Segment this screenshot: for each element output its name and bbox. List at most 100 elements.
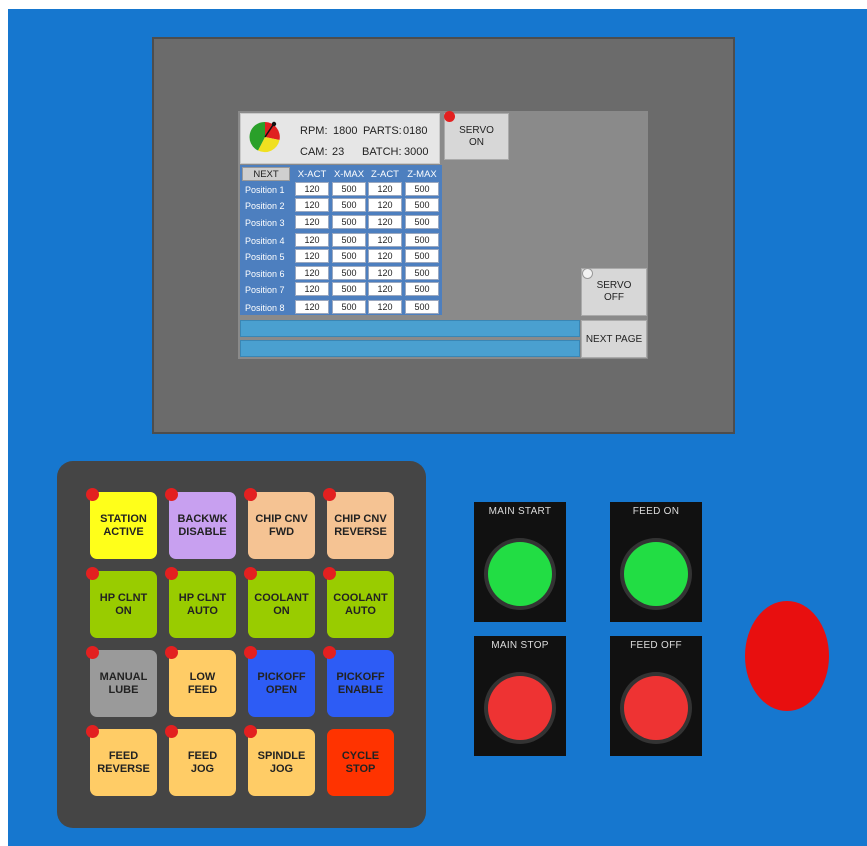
indicator-led [86, 646, 99, 659]
pushbutton[interactable] [488, 676, 552, 740]
table-cell[interactable]: 500 [332, 266, 366, 280]
row-label: Position 1 [245, 185, 285, 195]
servo-on-indicator [444, 111, 455, 122]
keypad-button[interactable]: CHIP CNV FWD [244, 488, 315, 559]
keypad-button[interactable]: COOLANT AUTO [323, 567, 394, 638]
table-cell[interactable]: 500 [405, 233, 439, 247]
table-cell[interactable]: 120 [368, 198, 402, 212]
indicator-led [244, 725, 257, 738]
pushbutton[interactable] [488, 542, 552, 606]
indicator-led [165, 646, 178, 659]
table-cell[interactable]: 120 [368, 233, 402, 247]
table-cell[interactable]: 120 [368, 282, 402, 296]
keypad-button[interactable]: HP CLNT ON [86, 567, 157, 638]
table-cell[interactable]: 500 [332, 249, 366, 263]
keypad-label: JOG [190, 762, 215, 775]
table-cell[interactable]: 120 [368, 266, 402, 280]
cam-value: 23 [332, 146, 345, 158]
table-cell[interactable]: 120 [295, 182, 329, 196]
keypad-button[interactable]: SPINDLE JOG [244, 725, 315, 796]
table-cell[interactable]: 500 [332, 215, 366, 229]
servo-off-indicator [582, 268, 593, 279]
keypad-label: BACKWK [177, 512, 228, 525]
pushbutton-housing: FEED OFF [610, 636, 702, 756]
table-cell[interactable]: 120 [295, 198, 329, 212]
table-cell[interactable]: 500 [332, 182, 366, 196]
row-label: Position 3 [245, 218, 285, 228]
keypad-button[interactable]: CYCLE STOP [327, 729, 394, 796]
pushbutton-label: MAIN START [488, 506, 552, 517]
column-header: X-ACT [297, 169, 327, 180]
pushbutton-label: MAIN STOP [491, 640, 549, 651]
keypad-label: SPINDLE [257, 749, 306, 762]
column-header: X-MAX [333, 169, 365, 180]
keypad-button[interactable]: FEED JOG [165, 725, 236, 796]
row-label: Position 5 [245, 252, 285, 262]
keypad-label: REVERSE [334, 525, 387, 538]
table-cell[interactable]: 120 [368, 215, 402, 229]
keypad-button[interactable]: BACKWK DISABLE [165, 488, 236, 559]
emergency-stop-button[interactable] [745, 601, 829, 711]
table-cell[interactable]: 500 [332, 233, 366, 247]
keypad-label: COOLANT [254, 591, 309, 604]
keypad-label: CHIP CNV [334, 512, 387, 525]
table-cell[interactable]: 120 [368, 300, 402, 314]
row-label: Position 6 [245, 269, 285, 279]
indicator-led [323, 646, 336, 659]
table-cell[interactable]: 500 [405, 249, 439, 263]
table-cell[interactable]: 500 [405, 182, 439, 196]
keypad-label: FEED [108, 749, 139, 762]
table-cell[interactable]: 120 [295, 282, 329, 296]
pushbutton[interactable] [624, 542, 688, 606]
keypad-button[interactable]: FEED REVERSE [86, 725, 157, 796]
keypad-button[interactable]: LOW FEED [165, 646, 236, 717]
keypad-button[interactable]: CHIP CNV REVERSE [323, 488, 394, 559]
column-header: Z-MAX [407, 169, 437, 180]
table-cell[interactable]: 120 [295, 215, 329, 229]
table-cell[interactable]: 500 [405, 266, 439, 280]
table-cell[interactable]: 500 [405, 198, 439, 212]
pushbutton-housing: FEED ON [610, 502, 702, 622]
table-cell[interactable]: 500 [332, 282, 366, 296]
pushbutton-label: FEED ON [632, 506, 680, 517]
indicator-led [165, 725, 178, 738]
keypad-button[interactable]: STATION ACTIVE [86, 488, 157, 559]
servo-on-line1: SERVO [459, 124, 494, 136]
next-page-button[interactable]: NEXT PAGE [581, 320, 647, 358]
keypad-label: FEED [187, 749, 218, 762]
keypad-label: MANUAL [99, 670, 148, 683]
table-cell[interactable]: 500 [405, 215, 439, 229]
next-button[interactable]: NEXT [242, 167, 290, 181]
table-cell[interactable]: 500 [405, 300, 439, 314]
table-cell[interactable]: 500 [405, 282, 439, 296]
servo-on-button[interactable]: SERVO ON [444, 113, 509, 160]
pushbutton-housing: MAIN START [474, 502, 566, 622]
keypad-button[interactable]: PICKOFF OPEN [244, 646, 315, 717]
keypad-label: CHIP CNV [255, 512, 308, 525]
table-cell[interactable]: 120 [295, 249, 329, 263]
keypad-button[interactable]: PICKOFF ENABLE [323, 646, 394, 717]
table-cell[interactable]: 120 [368, 249, 402, 263]
table-cell[interactable]: 120 [368, 182, 402, 196]
row-label: Position 2 [245, 201, 285, 211]
table-cell[interactable]: 500 [332, 300, 366, 314]
indicator-led [244, 567, 257, 580]
indicator-led [86, 567, 99, 580]
indicator-led [323, 567, 336, 580]
keypad-button[interactable]: COOLANT ON [244, 567, 315, 638]
keypad-label: ENABLE [337, 683, 384, 696]
pushbutton[interactable] [624, 676, 688, 740]
indicator-led [165, 488, 178, 501]
keypad-button[interactable]: MANUAL LUBE [86, 646, 157, 717]
pushbutton-housing: MAIN STOP [474, 636, 566, 756]
table-cell[interactable]: 120 [295, 266, 329, 280]
keypad-label: FWD [268, 525, 295, 538]
keypad-button[interactable]: HP CLNT AUTO [165, 567, 236, 638]
pushbutton-label: FEED OFF [630, 640, 682, 651]
table-cell[interactable]: 500 [332, 198, 366, 212]
table-cell[interactable]: 120 [295, 233, 329, 247]
keypad-label: FEED [187, 683, 218, 696]
keypad-label: ACTIVE [103, 525, 144, 538]
keypad-label: HP CLNT [99, 591, 148, 604]
table-cell[interactable]: 120 [295, 300, 329, 314]
